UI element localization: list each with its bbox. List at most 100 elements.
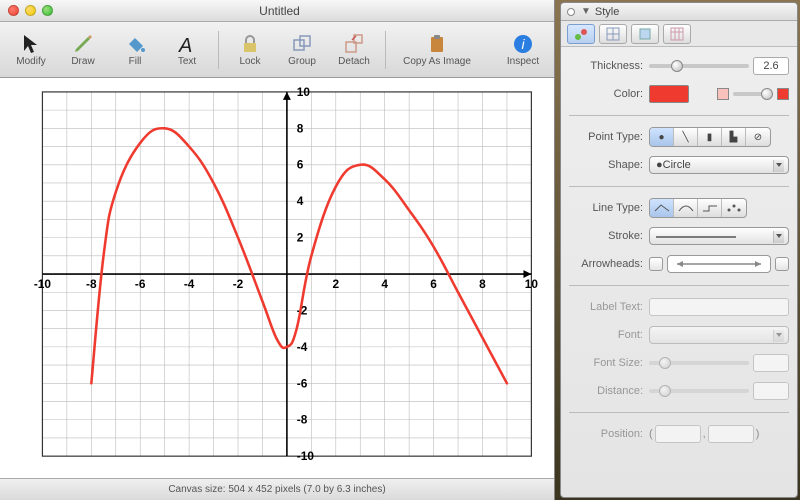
info-icon: i [511,32,535,56]
titlebar: Untitled [0,0,554,22]
point-type-dot[interactable]: ● [650,128,674,146]
panel-close-icon[interactable] [567,8,575,16]
style-panel: ▼ Style Thickness: 2.6 Color: [560,2,798,498]
line-type-row: Line Type: [569,197,789,219]
svg-text:6: 6 [297,158,304,172]
arrowhead-preview [667,255,771,273]
svg-text:-8: -8 [297,413,308,427]
cursor-icon [19,32,43,56]
panel-titlebar: ▼ Style [561,3,797,21]
color-well[interactable] [649,85,689,103]
svg-text:8: 8 [297,121,304,135]
color-row: Color: [569,83,789,105]
svg-text:-10: -10 [34,277,52,291]
thickness-row: Thickness: 2.6 [569,55,789,77]
minimize-icon[interactable] [25,5,36,16]
line-type-curve[interactable] [674,199,698,217]
line-type-points[interactable] [722,199,746,217]
line-type-straight[interactable] [650,199,674,217]
shape-row: Shape: ● Circle [569,154,789,176]
window-title: Untitled [53,4,506,18]
main-window: Untitled Modify Draw Fill A Text Lock Gr… [0,0,555,500]
svg-text:4: 4 [297,194,304,208]
svg-text:-8: -8 [86,277,97,291]
fill-button[interactable]: Fill [110,26,160,74]
font-size-slider[interactable] [649,361,749,365]
point-type-bar[interactable]: ▮ [698,128,722,146]
distance-field[interactable] [753,382,789,400]
svg-text:A: A [178,35,192,56]
svg-text:-6: -6 [135,277,146,291]
font-size-field[interactable] [753,354,789,372]
distance-slider[interactable] [649,389,749,393]
window-controls [8,5,53,16]
point-type-step[interactable]: ▙ [722,128,746,146]
draw-button[interactable]: Draw [58,26,108,74]
group-button[interactable]: Group [277,26,327,74]
arrowheads-row: Arrowheads: [569,253,789,275]
svg-text:-10: -10 [297,449,315,463]
detach-button[interactable]: Detach [329,26,379,74]
svg-text:2: 2 [332,277,339,291]
svg-text:-4: -4 [297,340,308,354]
svg-text:2: 2 [297,231,304,245]
svg-text:-2: -2 [233,277,244,291]
svg-text:10: 10 [525,277,539,291]
position-y-field[interactable] [708,425,754,443]
inspect-button[interactable]: i Inspect [498,26,548,74]
clipboard-icon [425,32,449,56]
zoom-icon[interactable] [42,5,53,16]
label-text-row: Label Text: [569,296,789,318]
lock-button[interactable]: Lock [225,26,275,74]
panel-tabs [561,21,797,47]
arrowhead-end-checkbox[interactable] [775,257,789,271]
tab-grid[interactable] [599,24,627,44]
chart-plot: -10-8-6-4-2246810-10-8-6-4-2246810 [10,84,544,472]
svg-text:-6: -6 [297,376,308,390]
tab-style[interactable] [567,24,595,44]
svg-text:6: 6 [430,277,437,291]
position-row: Position: ( , ) [569,423,789,445]
detach-icon [342,32,366,56]
bucket-icon [123,32,147,56]
point-type-none[interactable]: ⊘ [746,128,770,146]
point-type-segmented[interactable]: ● ╲ ▮ ▙ ⊘ [649,127,771,147]
svg-text:8: 8 [479,277,486,291]
toolbar: Modify Draw Fill A Text Lock Group Detac… [0,22,554,78]
status-bar: Canvas size: 504 x 452 pixels (7.0 by 6.… [0,478,554,500]
point-type-tick[interactable]: ╲ [674,128,698,146]
line-type-step[interactable] [698,199,722,217]
svg-text:10: 10 [297,85,311,99]
font-popup[interactable] [649,326,789,344]
color-swatch-full[interactable] [777,88,789,100]
position-x-field[interactable] [655,425,701,443]
copy-as-image-button[interactable]: Copy As Image [392,26,482,74]
font-size-row: Font Size: [569,352,789,374]
color-alpha-slider[interactable] [733,92,773,96]
stroke-popup[interactable] [649,227,789,245]
svg-text:4: 4 [381,277,388,291]
modify-button[interactable]: Modify [6,26,56,74]
text-button[interactable]: A Text [162,26,212,74]
svg-text:-4: -4 [184,277,195,291]
close-icon[interactable] [8,5,19,16]
canvas-size-label: Canvas size: 504 x 452 pixels (7.0 by 6.… [168,484,385,495]
tab-table[interactable] [663,24,691,44]
label-text-field[interactable] [649,298,789,316]
color-swatch-light[interactable] [717,88,729,100]
pencil-icon [71,32,95,56]
font-row: Font: [569,324,789,346]
canvas[interactable]: -10-8-6-4-2246810-10-8-6-4-2246810 [0,78,554,478]
panel-title: Style [595,6,619,18]
text-icon: A [175,32,199,56]
thickness-field[interactable]: 2.6 [753,57,789,75]
stroke-row: Stroke: [569,225,789,247]
point-type-row: Point Type: ● ╲ ▮ ▙ ⊘ [569,126,789,148]
tab-axes[interactable] [631,24,659,44]
thickness-slider[interactable] [649,64,749,68]
line-type-segmented[interactable] [649,198,747,218]
shape-popup[interactable]: ● Circle [649,156,789,174]
arrowhead-start-checkbox[interactable] [649,257,663,271]
distance-row: Distance: [569,380,789,402]
group-icon [290,32,314,56]
